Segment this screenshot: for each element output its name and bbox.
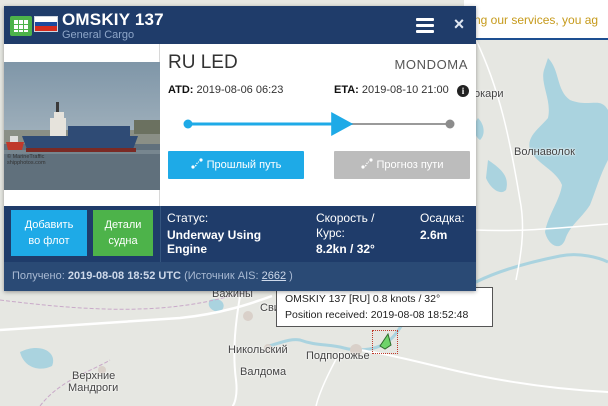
status-value-line-2: Engine bbox=[167, 242, 208, 256]
vessel-photo[interactable]: © MarineTraffic shipphotos.com bbox=[4, 44, 160, 206]
vessel-name: OMSKIY 137 bbox=[62, 10, 164, 29]
received-value: 2019-08-08 18:52 UTC bbox=[67, 270, 181, 282]
info-icon[interactable]: i bbox=[457, 85, 469, 97]
progress-arrow-icon bbox=[331, 112, 354, 136]
progress-start-dot bbox=[183, 119, 193, 129]
city-label-nikolsky: Никольский bbox=[228, 344, 288, 356]
grid-menu-icon[interactable] bbox=[10, 16, 32, 36]
voyage-progress-bar bbox=[183, 112, 455, 136]
photo-credit: © MarineTraffic shipphotos.com bbox=[7, 154, 46, 166]
add-to-fleet-button[interactable]: Добавить во флот bbox=[11, 210, 87, 256]
draught-label: Осадка: bbox=[420, 211, 465, 225]
eta-label: ETA: bbox=[334, 84, 359, 96]
past-track-label: Прошлый путь bbox=[206, 159, 282, 171]
received-label: Получено: bbox=[12, 270, 65, 282]
close-icon[interactable]: × bbox=[450, 13, 468, 35]
speed-label-line-2: Курс: bbox=[316, 226, 345, 240]
city-label-valdoma: Валдома bbox=[240, 366, 287, 378]
eta-value: 2019-08-10 21:00 bbox=[361, 84, 449, 96]
tooltip-line-position: Position received: 2019-08-08 18:52:48 bbox=[285, 309, 469, 321]
ship-marker[interactable] bbox=[372, 330, 398, 354]
departure-port: RU LED bbox=[168, 52, 238, 73]
panel-header: OMSKIY 137 General Cargo × bbox=[4, 6, 476, 44]
eta-info: ETA: 2019-08-10 21:00 bbox=[334, 84, 449, 96]
city-label-kokary: окари bbox=[474, 88, 504, 100]
route-forecast-icon bbox=[360, 158, 373, 169]
city-label-mandrogi: Мандроги bbox=[68, 382, 119, 394]
status-value-line-1: Underway Using bbox=[167, 228, 262, 242]
ais-source-link[interactable]: 2662 bbox=[262, 270, 286, 282]
ship-arrow-icon bbox=[379, 333, 392, 350]
speed-label-line-1: Скорость / bbox=[316, 211, 375, 225]
route-icon bbox=[191, 158, 203, 169]
destination-port: MONDOMA bbox=[394, 57, 468, 72]
forecast-route-label: Прогноз пути bbox=[376, 159, 444, 171]
photo-credit-line-2: shipphotos.com bbox=[7, 160, 46, 166]
draught-value: 2.6m bbox=[420, 228, 448, 242]
tooltip-line-vessel: OMSKIY 137 [RU] 0.8 knots / 32° bbox=[285, 293, 441, 305]
vessel-photo-image bbox=[4, 62, 160, 190]
hamburger-menu-icon[interactable] bbox=[416, 18, 434, 33]
status-strip: Добавить во флот Детали судна Статус: Un… bbox=[4, 206, 476, 262]
atd-info: ATD: 2019-08-06 06:23 bbox=[168, 84, 283, 96]
russia-flag-icon bbox=[34, 16, 58, 32]
forecast-route-button[interactable]: Прогноз пути bbox=[334, 151, 470, 179]
received-info: Получено: 2019-08-08 18:52 UTC (Источник… bbox=[12, 270, 293, 282]
city-label-volnavolok: Волнаволок bbox=[514, 146, 575, 158]
strip-divider bbox=[160, 206, 161, 262]
ais-source-prefix: (Источник AIS: bbox=[184, 270, 259, 282]
city-label-podporozhye: Подпорожье bbox=[306, 350, 370, 362]
status-label: Статус: bbox=[167, 211, 209, 225]
vessel-info-panel: OMSKIY 137 General Cargo × © MarineTraff… bbox=[4, 6, 476, 291]
atd-value: 2019-08-06 06:23 bbox=[196, 84, 284, 96]
vessel-type: General Cargo bbox=[62, 29, 135, 41]
progress-end-dot bbox=[445, 119, 455, 129]
panel-footer: Получено: 2019-08-08 18:52 UTC (Источник… bbox=[4, 262, 476, 291]
atd-label: ATD: bbox=[168, 84, 194, 96]
city-label-verkhnie: Верхние bbox=[72, 370, 116, 382]
vessel-tooltip: OMSKIY 137 [RU] 0.8 knots / 32° Position… bbox=[276, 287, 493, 327]
cookie-banner-text: ng our services, you ag bbox=[474, 13, 599, 27]
ais-source-suffix: ) bbox=[289, 270, 293, 282]
past-track-button[interactable]: Прошлый путь bbox=[168, 151, 304, 179]
vessel-details-button[interactable]: Детали судна bbox=[93, 210, 153, 256]
cookie-banner: ng our services, you ag bbox=[464, 0, 608, 40]
speed-course-value: 8.2kn / 32° bbox=[316, 242, 375, 256]
